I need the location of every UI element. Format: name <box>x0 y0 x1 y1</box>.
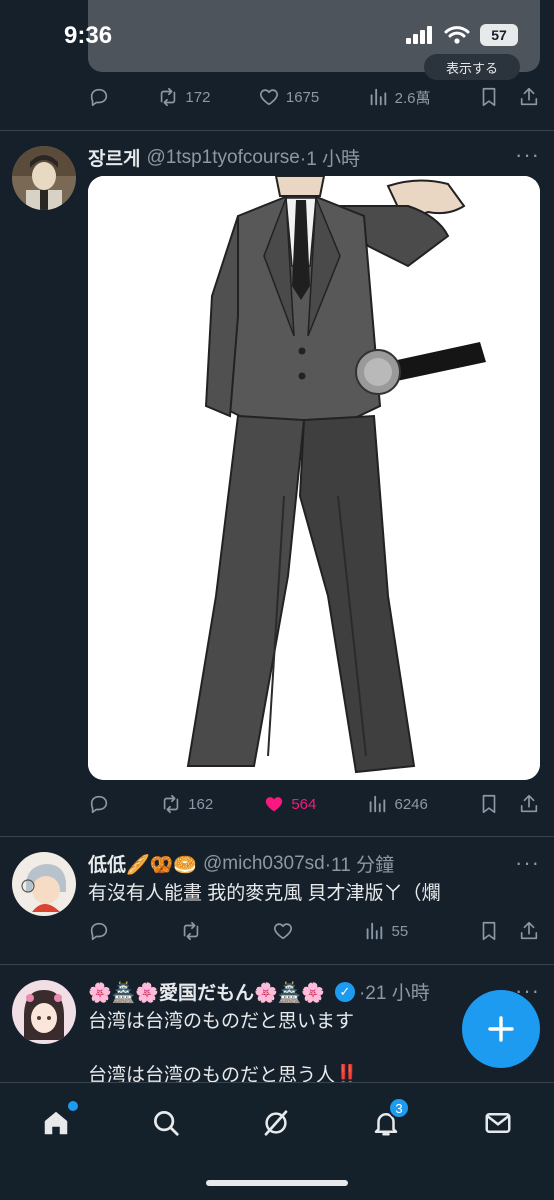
compose-tweet-button[interactable] <box>462 990 540 1068</box>
like-icon <box>258 86 280 108</box>
views-count: 6246 <box>394 795 428 813</box>
mail-icon <box>485 1113 511 1133</box>
search-icon <box>154 1111 179 1136</box>
views-icon <box>367 86 389 108</box>
views-icon <box>363 920 385 942</box>
divider <box>0 836 554 837</box>
like-button[interactable] <box>272 920 294 942</box>
tweet-time: ·11 分鐘 <box>324 855 395 876</box>
like-icon-filled <box>263 793 285 815</box>
share-icon[interactable] <box>518 920 540 942</box>
bookmark-icon[interactable] <box>478 793 500 815</box>
tweet-time: ·21 小時 <box>358 983 430 1004</box>
like-button[interactable]: 564 <box>263 793 316 815</box>
views-button[interactable]: 2.6萬 <box>367 86 431 108</box>
retweet-count: 162 <box>188 795 214 813</box>
user-handle[interactable]: @1tsp1tyofcourse <box>146 147 299 169</box>
suit-figure-illustration <box>88 176 540 780</box>
retweet-icon <box>180 920 202 942</box>
divider <box>0 130 554 131</box>
like-count: 564 <box>291 795 317 813</box>
notification-count-badge: 3 <box>388 1097 410 1119</box>
avatar[interactable] <box>12 980 76 1044</box>
previous-tweet-actions: 172 1675 2.6萬 <box>88 86 540 108</box>
views-icon <box>366 793 388 815</box>
more-options-button[interactable]: ··· <box>515 142 540 168</box>
tweet-text: 有沒有人能畫 我的麥克風 貝才津版ㄚ（爛 <box>88 883 441 904</box>
signal-icon <box>406 26 432 44</box>
views-button[interactable]: 6246 <box>366 793 428 815</box>
avatar[interactable] <box>12 146 76 210</box>
battery-indicator: 57 <box>480 24 518 46</box>
like-button[interactable]: 1675 <box>258 86 319 108</box>
divider <box>0 964 554 965</box>
reply-button[interactable] <box>88 86 110 108</box>
like-icon <box>272 920 294 942</box>
reply-icon <box>88 86 110 108</box>
reply-button[interactable] <box>88 920 110 942</box>
retweet-button[interactable]: 172 <box>157 86 210 108</box>
user-handle[interactable]: @mich0307sd <box>203 853 325 875</box>
views-button[interactable]: 55 <box>363 920 408 942</box>
share-icon[interactable] <box>518 793 540 815</box>
reply-icon <box>88 920 110 942</box>
more-options-button[interactable]: ··· <box>515 850 540 876</box>
nav-search[interactable] <box>146 1103 186 1143</box>
home-icon <box>44 1111 68 1135</box>
display-name[interactable]: 🌸🏯🌸愛国だもん🌸🏯🌸 <box>88 978 325 1005</box>
retweet-count: 172 <box>185 88 211 106</box>
tweet-actions: 162 564 6246 <box>88 793 540 815</box>
display-name[interactable]: 장르게 <box>88 144 140 171</box>
plus-icon <box>488 1016 514 1042</box>
grok-icon <box>264 1110 288 1136</box>
status-time: 9:36 <box>64 22 113 49</box>
like-count: 1675 <box>285 88 320 106</box>
tweet-media-image[interactable] <box>88 176 540 780</box>
tweet-header: 低低🥖🥨🥯 @mich0307sd ·11 分鐘 <box>88 850 540 877</box>
nav-home[interactable] <box>36 1101 78 1143</box>
show-media-button[interactable]: 表示する <box>424 54 520 80</box>
retweet-button[interactable]: 162 <box>160 793 213 815</box>
status-icons: 57 <box>406 24 518 46</box>
views-count: 2.6萬 <box>394 89 431 107</box>
bookmark-icon[interactable] <box>478 920 500 942</box>
share-icon[interactable] <box>518 86 540 108</box>
nav-notifications[interactable]: 3 <box>366 1097 410 1143</box>
tweet-header: 장르게 @1tsp1tyofcourse ·1 小時 <box>88 144 540 171</box>
reply-icon <box>88 793 110 815</box>
verified-badge-icon: ✓ <box>334 981 355 1002</box>
avatar[interactable] <box>12 852 76 916</box>
reply-button[interactable] <box>88 793 110 815</box>
nav-messages[interactable] <box>478 1103 518 1143</box>
tweet-time: ·1 小時 <box>299 149 361 170</box>
retweet-icon <box>160 793 182 815</box>
home-indicator <box>206 1180 348 1186</box>
home-unread-dot <box>68 1101 78 1111</box>
bookmark-icon[interactable] <box>478 86 500 108</box>
tweet-actions: 55 <box>88 920 540 942</box>
views-count: 55 <box>391 922 409 940</box>
nav-grok[interactable] <box>256 1103 296 1143</box>
wifi-icon <box>444 26 470 44</box>
display-name[interactable]: 低低🥖🥨🥯 <box>88 850 197 877</box>
retweet-button[interactable] <box>180 920 202 942</box>
retweet-icon <box>157 86 179 108</box>
